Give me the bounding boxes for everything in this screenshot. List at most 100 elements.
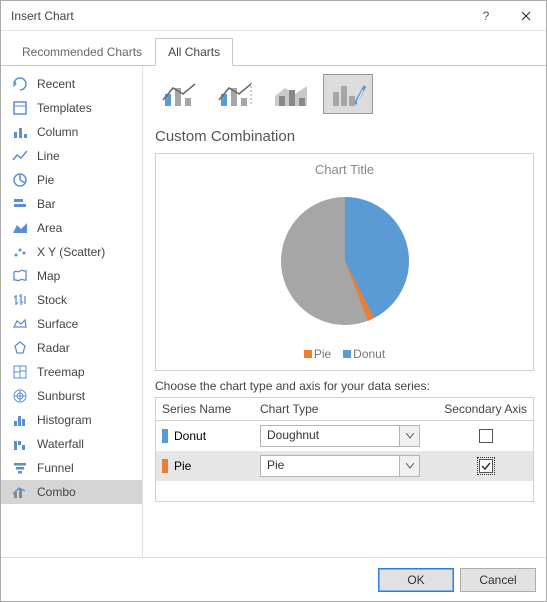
treemap-icon [11, 363, 29, 381]
chart-preview: Chart Title Pie Donut [155, 153, 534, 371]
chart-type-dropdown-donut[interactable]: Doughnut [260, 425, 420, 447]
sidebar-item-histogram[interactable]: Histogram [1, 408, 142, 432]
sidebar-item-column[interactable]: Column [1, 120, 142, 144]
tab-recommended[interactable]: Recommended Charts [9, 38, 155, 66]
cancel-button[interactable]: Cancel [460, 568, 536, 592]
header-chart-type: Chart Type [254, 398, 438, 420]
series-grid-header: Series Name Chart Type Secondary Axis [156, 398, 533, 421]
surface-icon [11, 315, 29, 333]
dialog-body: Recent Templates Column Line Pie Bar Are… [1, 66, 546, 557]
sidebar-item-label: Bar [37, 197, 56, 211]
combo-subtype-icon [327, 78, 369, 110]
help-button[interactable]: ? [466, 1, 506, 31]
header-secondary-axis: Secondary Axis [438, 398, 533, 420]
combo-icon [11, 483, 29, 501]
close-button[interactable] [506, 1, 546, 31]
series-row-donut[interactable]: Donut Doughnut [156, 421, 533, 451]
series-color-swatch [162, 429, 168, 443]
sidebar-item-area[interactable]: Area [1, 216, 142, 240]
sidebar-item-templates[interactable]: Templates [1, 96, 142, 120]
chart-category-list: Recent Templates Column Line Pie Bar Are… [1, 66, 143, 557]
legend-item-pie: Pie [304, 347, 331, 361]
sidebar-item-label: Templates [37, 101, 92, 115]
tab-bar: Recommended Charts All Charts [1, 31, 546, 66]
title-bar: Insert Chart ? [1, 1, 546, 31]
sidebar-item-label: Sunburst [37, 389, 85, 403]
series-row-pie[interactable]: Pie Pie [156, 451, 533, 481]
line-icon [11, 147, 29, 165]
sidebar-item-sunburst[interactable]: Sunburst [1, 384, 142, 408]
sidebar-item-stock[interactable]: Stock [1, 288, 142, 312]
sidebar-item-map[interactable]: Map [1, 264, 142, 288]
sidebar-item-funnel[interactable]: Funnel [1, 456, 142, 480]
chart-legend: Pie Donut [304, 347, 385, 361]
sidebar-item-label: Pie [37, 173, 54, 187]
sidebar-item-bar[interactable]: Bar [1, 192, 142, 216]
column-icon [11, 123, 29, 141]
dropdown-value: Pie [261, 456, 399, 476]
combo-subtype-icon [271, 78, 313, 110]
sidebar-item-radar[interactable]: Radar [1, 336, 142, 360]
funnel-icon [11, 459, 29, 477]
sidebar-item-scatter[interactable]: X Y (Scatter) [1, 240, 142, 264]
combo-subtype-icon [215, 78, 257, 110]
combo-subtype-custom[interactable] [323, 74, 373, 114]
dropdown-value: Doughnut [261, 426, 399, 446]
templates-icon [11, 99, 29, 117]
chart-type-dropdown-pie[interactable]: Pie [260, 455, 420, 477]
series-instruction: Choose the chart type and axis for your … [155, 379, 534, 393]
sidebar-item-label: Combo [37, 485, 76, 499]
chevron-down-icon [399, 426, 419, 446]
secondary-axis-checkbox-donut[interactable] [479, 429, 493, 443]
sidebar-item-label: Area [37, 221, 62, 235]
sidebar-item-pie[interactable]: Pie [1, 168, 142, 192]
scatter-icon [11, 243, 29, 261]
stock-icon [11, 291, 29, 309]
chevron-down-icon [399, 456, 419, 476]
series-name-label: Donut [174, 429, 206, 443]
chart-preview-title: Chart Title [315, 162, 374, 177]
sidebar-item-label: Funnel [37, 461, 74, 475]
ok-button[interactable]: OK [378, 568, 454, 592]
sidebar-item-label: Histogram [37, 413, 92, 427]
sidebar-item-label: Column [37, 125, 78, 139]
waterfall-icon [11, 435, 29, 453]
sidebar-item-label: Map [37, 269, 60, 283]
recent-icon [11, 75, 29, 93]
chart-preview-pie [265, 181, 425, 341]
radar-icon [11, 339, 29, 357]
area-icon [11, 219, 29, 237]
combo-subtype-clustered-line-secondary[interactable] [211, 74, 261, 114]
series-name-label: Pie [174, 459, 191, 473]
combo-subtype-stacked-area[interactable] [267, 74, 317, 114]
pie-icon [11, 171, 29, 189]
checkmark-icon [481, 461, 491, 471]
sidebar-item-label: Radar [37, 341, 70, 355]
sidebar-item-label: Surface [37, 317, 78, 331]
tab-all-charts[interactable]: All Charts [155, 38, 233, 66]
sidebar-item-label: Recent [37, 77, 75, 91]
section-title: Custom Combination [155, 128, 534, 145]
sidebar-item-surface[interactable]: Surface [1, 312, 142, 336]
window-title: Insert Chart [11, 9, 466, 23]
combo-subtype-clustered-line[interactable] [155, 74, 205, 114]
header-series-name: Series Name [156, 398, 254, 420]
legend-item-donut: Donut [343, 347, 385, 361]
combo-subtype-icon [159, 78, 201, 110]
sunburst-icon [11, 387, 29, 405]
dialog-footer: OK Cancel [1, 557, 546, 601]
sidebar-item-label: X Y (Scatter) [37, 245, 105, 259]
bar-icon [11, 195, 29, 213]
main-panel: Custom Combination Chart Title Pie Donut… [143, 66, 546, 557]
sidebar-item-label: Waterfall [37, 437, 84, 451]
sidebar-item-treemap[interactable]: Treemap [1, 360, 142, 384]
series-color-swatch [162, 459, 168, 473]
sidebar-item-combo[interactable]: Combo [1, 480, 142, 504]
series-grid: Series Name Chart Type Secondary Axis Do… [155, 397, 534, 502]
sidebar-item-waterfall[interactable]: Waterfall [1, 432, 142, 456]
sidebar-item-line[interactable]: Line [1, 144, 142, 168]
histogram-icon [11, 411, 29, 429]
map-icon [11, 267, 29, 285]
sidebar-item-recent[interactable]: Recent [1, 72, 142, 96]
secondary-axis-checkbox-pie[interactable] [479, 459, 493, 473]
